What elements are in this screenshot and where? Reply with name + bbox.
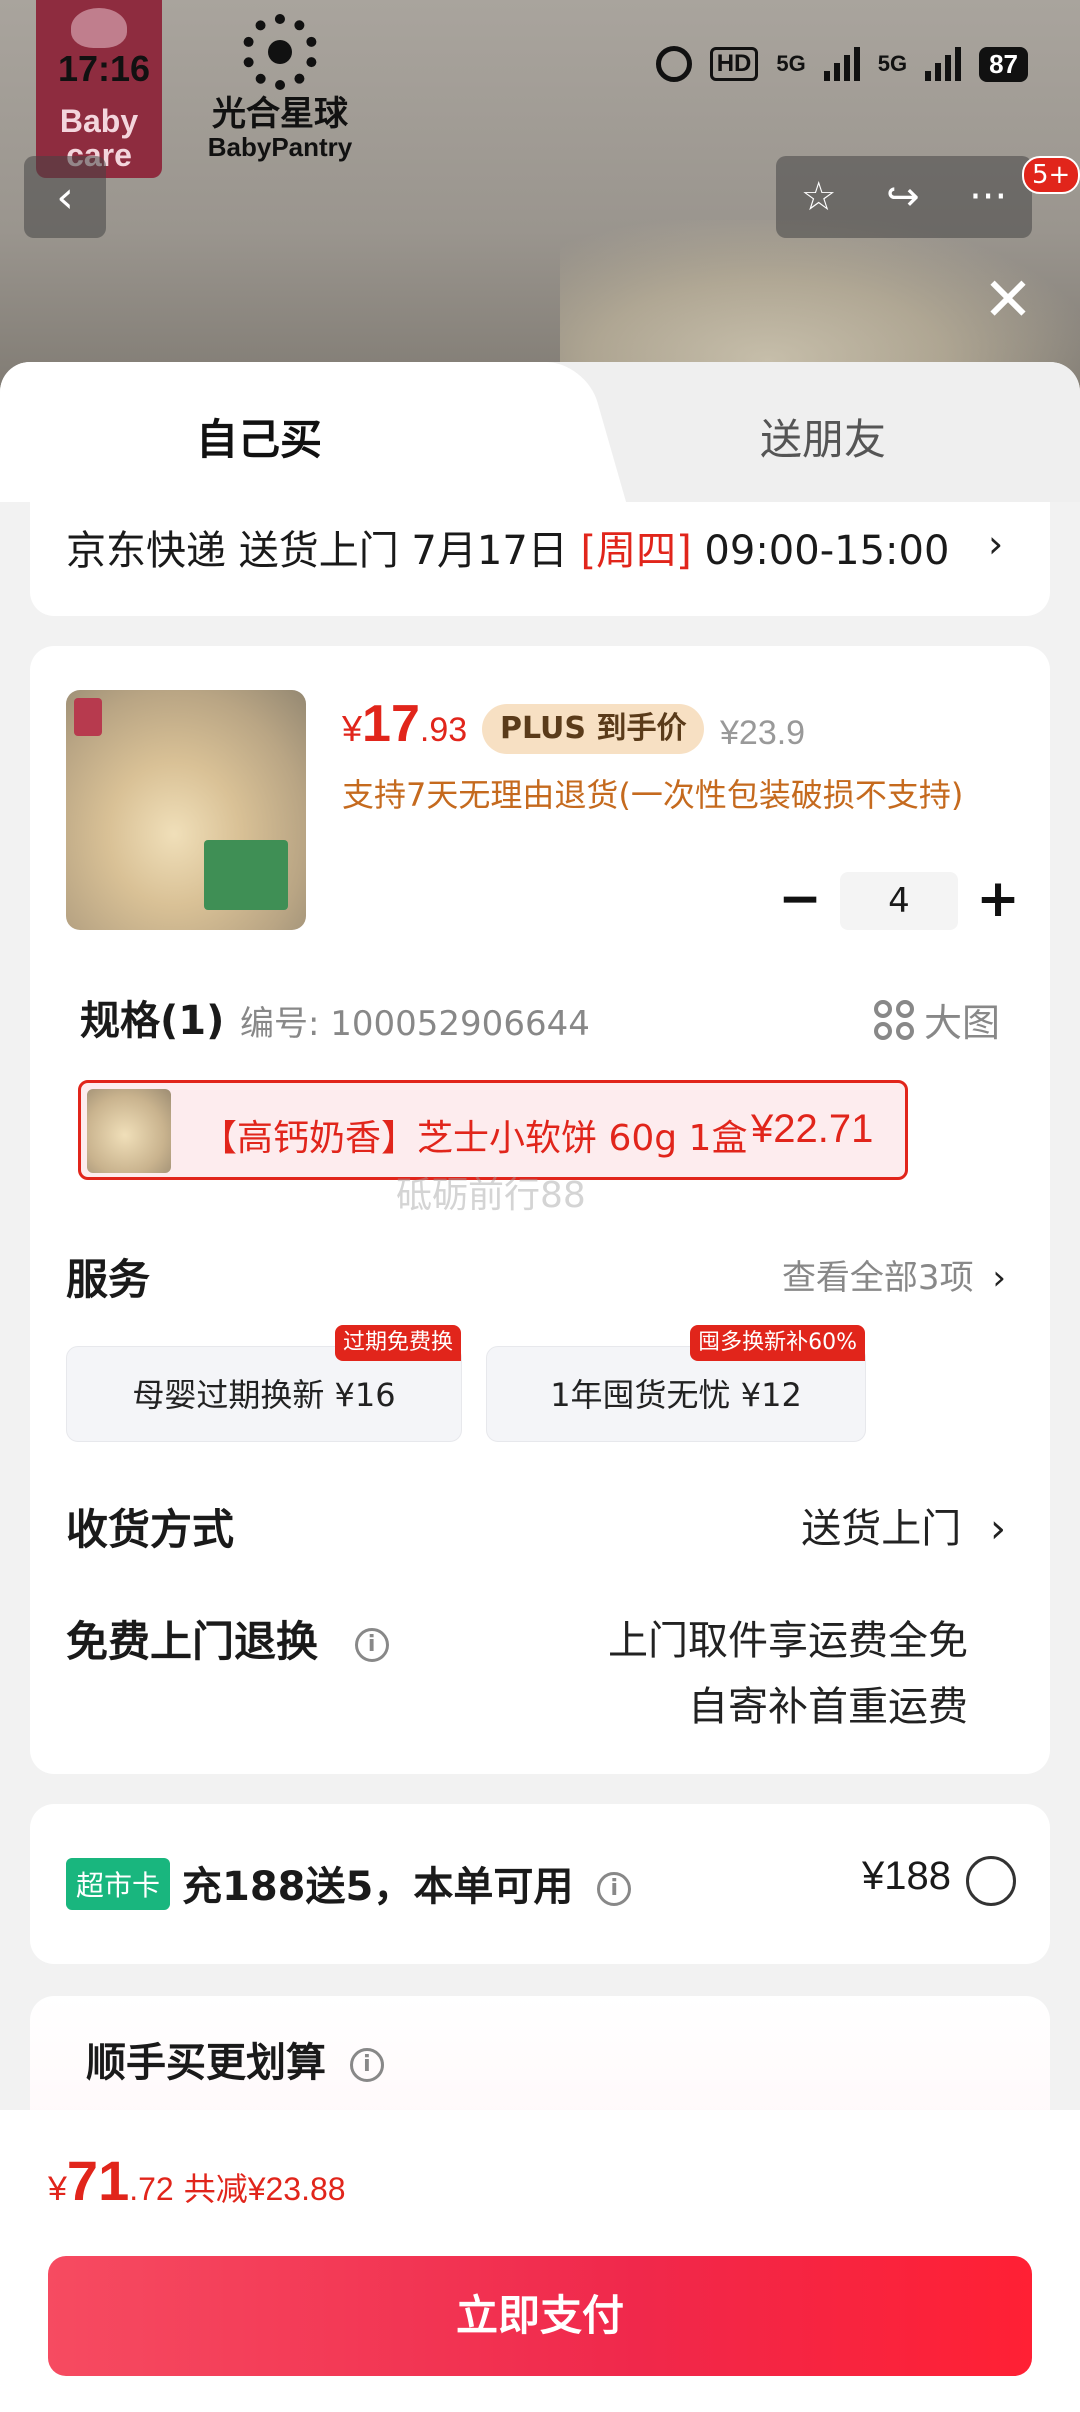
free-return-value: 上门取件享运费全免 自寄补首重运费 <box>608 1618 968 1730</box>
more-icon[interactable]: ··· <box>969 174 1007 220</box>
quantity-stepper: − 4 + <box>772 872 1026 930</box>
alarm-icon <box>655 46 692 82</box>
product-card: ¥17.93 PLUS 到手价 ¥23.9 支持7天无理由退货(一次性包装破损不… <box>30 646 1050 1774</box>
top-actions: ☆ ↪ ··· <box>776 156 1032 238</box>
network-5g-label: 5G <box>776 51 806 76</box>
free-return-title: 免费上门退换 i <box>66 1608 389 1669</box>
delivery-weekday: [周四] <box>580 528 692 574</box>
supermarket-card-offer[interactable]: 超市卡 充188送5，本单可用 i ¥188 <box>30 1804 1050 1964</box>
big-image-button[interactable]: 大图 <box>873 992 1000 1047</box>
close-button[interactable]: ✕ <box>980 270 1036 330</box>
sun-logo-icon <box>242 14 318 90</box>
view-all-services-link[interactable]: 查看全部3项 › <box>782 1250 1006 1299</box>
favorite-icon[interactable]: ☆ <box>801 174 837 220</box>
back-icon: ‹ <box>56 171 74 223</box>
chevron-right-icon: › <box>992 1258 1006 1298</box>
hd-icon: HD <box>709 47 759 81</box>
status-icons: HD 5G 5G 87 <box>655 46 1028 82</box>
total-discount: 共减¥23.88 <box>183 2171 346 2207</box>
product-code: 编号: 100052906644 <box>240 1004 590 1044</box>
info-icon[interactable]: i <box>354 1627 389 1662</box>
babypantry-logo: 光合星球 BabyPantry <box>200 14 360 160</box>
chevron-right-icon: › <box>988 522 1004 566</box>
product-image[interactable] <box>66 690 306 930</box>
service-tag: 囤多换新补60% <box>690 1325 865 1361</box>
plus-price-tag: PLUS 到手价 <box>482 704 705 754</box>
shipping-method-value[interactable]: 送货上门 › <box>801 1496 1006 1554</box>
signal-icon <box>823 47 860 81</box>
decrease-quantity-button[interactable]: − <box>772 873 828 929</box>
card-price: ¥188 <box>862 1854 951 1898</box>
return-policy-note: 支持7天无理由退货(一次性包装破损不支持) <box>342 776 964 814</box>
original-price: ¥23.9 <box>720 714 806 752</box>
tab-self-buy[interactable]: 自己买 <box>196 406 322 467</box>
chevron-right-icon: › <box>990 1506 1006 1552</box>
service-option[interactable]: 1年囤货无忧 ¥12 囤多换新补60% <box>486 1325 866 1442</box>
info-icon[interactable]: i <box>597 1872 632 1906</box>
total-price: ¥71.72 共减¥23.88 <box>48 2149 346 2212</box>
share-icon[interactable]: ↪ <box>886 174 920 220</box>
supermarket-card-badge: 超市卡 <box>66 1858 171 1910</box>
spec-thumbnail <box>87 1089 171 1173</box>
message-count-badge: 5+ <box>1022 156 1080 194</box>
quantity-input[interactable]: 4 <box>840 872 958 930</box>
back-button[interactable]: ‹ <box>24 156 106 238</box>
increase-quantity-button[interactable]: + <box>970 873 1026 929</box>
tab-gift[interactable]: 送朋友 <box>760 406 886 467</box>
product-price: ¥17.93 <box>342 695 468 753</box>
service-option[interactable]: 母婴过期换新 ¥16 过期免费换 <box>66 1325 462 1442</box>
network-5g-label-2: 5G <box>877 51 908 76</box>
status-time: 17:16 <box>58 48 151 89</box>
delivery-info: 京东快递 送货上门 7月17日 [周四] 09:00-15:00 <box>66 528 950 574</box>
service-tag: 过期免费换 <box>334 1325 461 1361</box>
purchase-tabs: 自己买 送朋友 <box>0 362 1080 502</box>
checkout-bottom-bar: ¥71.72 共减¥23.88 立即支付 <box>0 2110 1080 2412</box>
grid-view-icon <box>873 999 914 1040</box>
watermark-text: 砥砺前行88 <box>396 1175 586 1216</box>
spec-option-selected[interactable]: 【高钙奶香】芝士小软饼 60g 1盒 ¥22.71 <box>78 1080 908 1180</box>
battery-icon: 87 <box>979 46 1028 82</box>
spec-title: 规格(1) <box>80 998 225 1044</box>
shipping-method-title: 收货方式 <box>66 1505 235 1554</box>
service-title: 服务 <box>66 1255 151 1304</box>
select-radio[interactable] <box>966 1856 1016 1906</box>
info-icon[interactable]: i <box>349 2048 384 2082</box>
pay-now-button[interactable]: 立即支付 <box>48 2256 1032 2376</box>
add-on-title: 顺手买更划算 <box>86 2040 326 2086</box>
signal-icon-2 <box>925 47 962 81</box>
